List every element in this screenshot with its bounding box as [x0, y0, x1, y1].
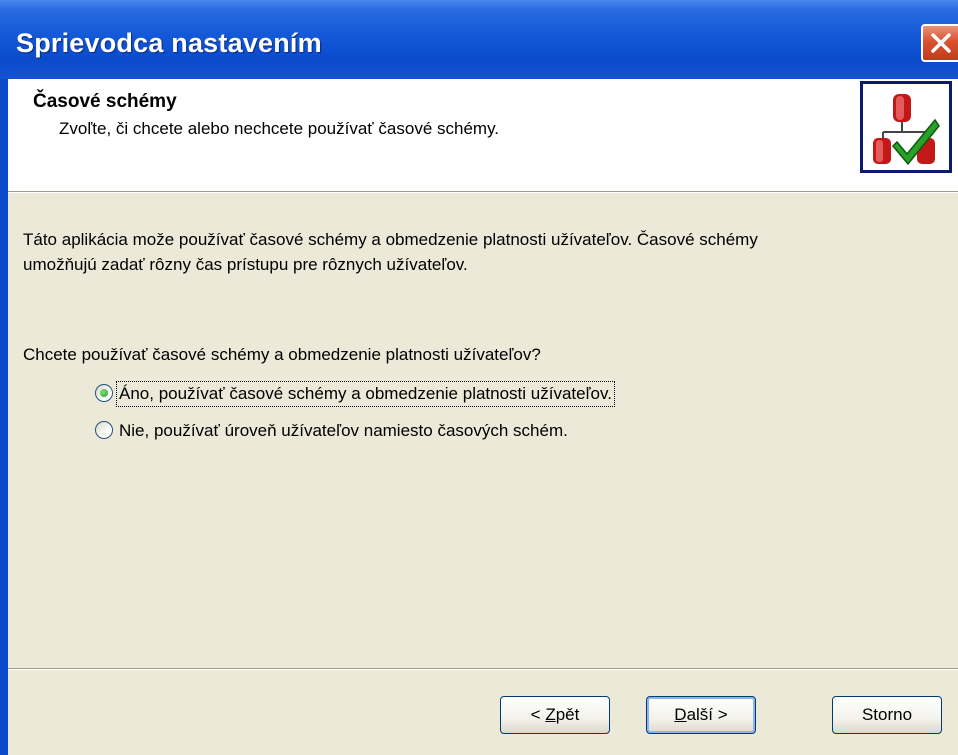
cancel-button[interactable]: Storno — [832, 696, 942, 734]
radio-button-no[interactable] — [95, 421, 113, 439]
radio-label-yes[interactable]: Áno, používať časové schémy a obmedzenie… — [116, 381, 615, 407]
close-x-icon — [931, 33, 951, 53]
next-button-accel: D — [674, 705, 687, 724]
intro-line-1: Táto aplikácia može používať časové sché… — [23, 230, 758, 249]
radio-button-yes[interactable] — [95, 384, 113, 402]
cancel-button-label: Storno — [861, 705, 913, 724]
server-check-icon — [860, 81, 952, 173]
radio-label-no[interactable]: Nie, používať úroveň užívateľov namiesto… — [117, 419, 570, 443]
wizard-window: Sprievodca nastavením Časové schémy Zvoľ… — [0, 0, 958, 755]
back-button-accel: Z — [545, 705, 556, 724]
title-bar[interactable]: Sprievodca nastavením — [0, 0, 958, 79]
back-button[interactable]: < Zpět — [500, 696, 610, 734]
window-frame-left — [0, 79, 8, 755]
next-button-rest: alší > — [686, 705, 728, 724]
question-text: Chcete používať časové schémy a obmedzen… — [23, 345, 541, 364]
wizard-body: Táto aplikácia može používať časové sché… — [8, 193, 958, 755]
wizard-header: Časové schémy Zvoľte, či chcete alebo ne… — [8, 79, 958, 191]
intro-text: Táto aplikácia može používať časové sché… — [23, 227, 953, 277]
intro-line-2: umožňujú zadať rôzny čas prístupu pre rô… — [23, 255, 468, 274]
window-title: Sprievodca nastavením — [16, 28, 322, 58]
next-button[interactable]: Další > — [646, 696, 756, 734]
page-title: Časové schémy — [33, 91, 177, 112]
page-subtitle: Zvoľte, či chcete alebo nechcete používa… — [59, 119, 500, 138]
footer-separator — [8, 668, 958, 670]
radio-selected-dot — [100, 389, 108, 397]
back-button-prefix: < — [530, 705, 546, 724]
close-button[interactable] — [921, 24, 958, 62]
back-button-rest: pět — [555, 705, 580, 724]
